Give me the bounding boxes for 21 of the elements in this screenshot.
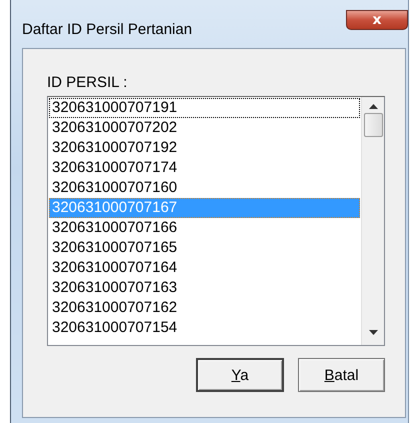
list-item[interactable]: 320631000707191 — [49, 98, 360, 118]
list-label: ID PERSIL : — [47, 74, 128, 91]
list-item[interactable]: 320631000707166 — [49, 218, 360, 238]
cancel-button[interactable]: Batal — [298, 358, 385, 392]
ok-button[interactable]: Ya — [196, 358, 284, 392]
close-button[interactable]: x — [346, 10, 408, 30]
list-item[interactable]: 320631000707160 — [49, 178, 360, 198]
list-item[interactable]: 320631000707174 — [49, 158, 360, 178]
scroll-down-icon[interactable] — [368, 330, 378, 335]
list-item[interactable]: 320631000707164 — [49, 258, 360, 278]
scroll-up-icon[interactable] — [368, 104, 378, 109]
list-item[interactable]: 320631000707165 — [49, 238, 360, 258]
list-item[interactable]: 320631000707162 — [49, 298, 360, 318]
list-item[interactable]: 320631000707154 — [49, 318, 360, 338]
list-item[interactable]: 320631000707192 — [49, 138, 360, 158]
scrollbar[interactable] — [361, 97, 384, 345]
id-list[interactable]: 320631000707191 320631000707202 320631000707192 320631000707174 320631000707160 320631000707167 320631000707166 320631000707165 320631000707164 320631000707163 320631000707162 320631000707154 — [47, 96, 385, 346]
scroll-thumb[interactable] — [364, 113, 382, 137]
list-item[interactable]: 320631000707202 — [49, 118, 360, 138]
list-item[interactable]: 320631000707163 — [49, 278, 360, 298]
window-title: Daftar ID Persil Pertanian — [22, 21, 192, 38]
